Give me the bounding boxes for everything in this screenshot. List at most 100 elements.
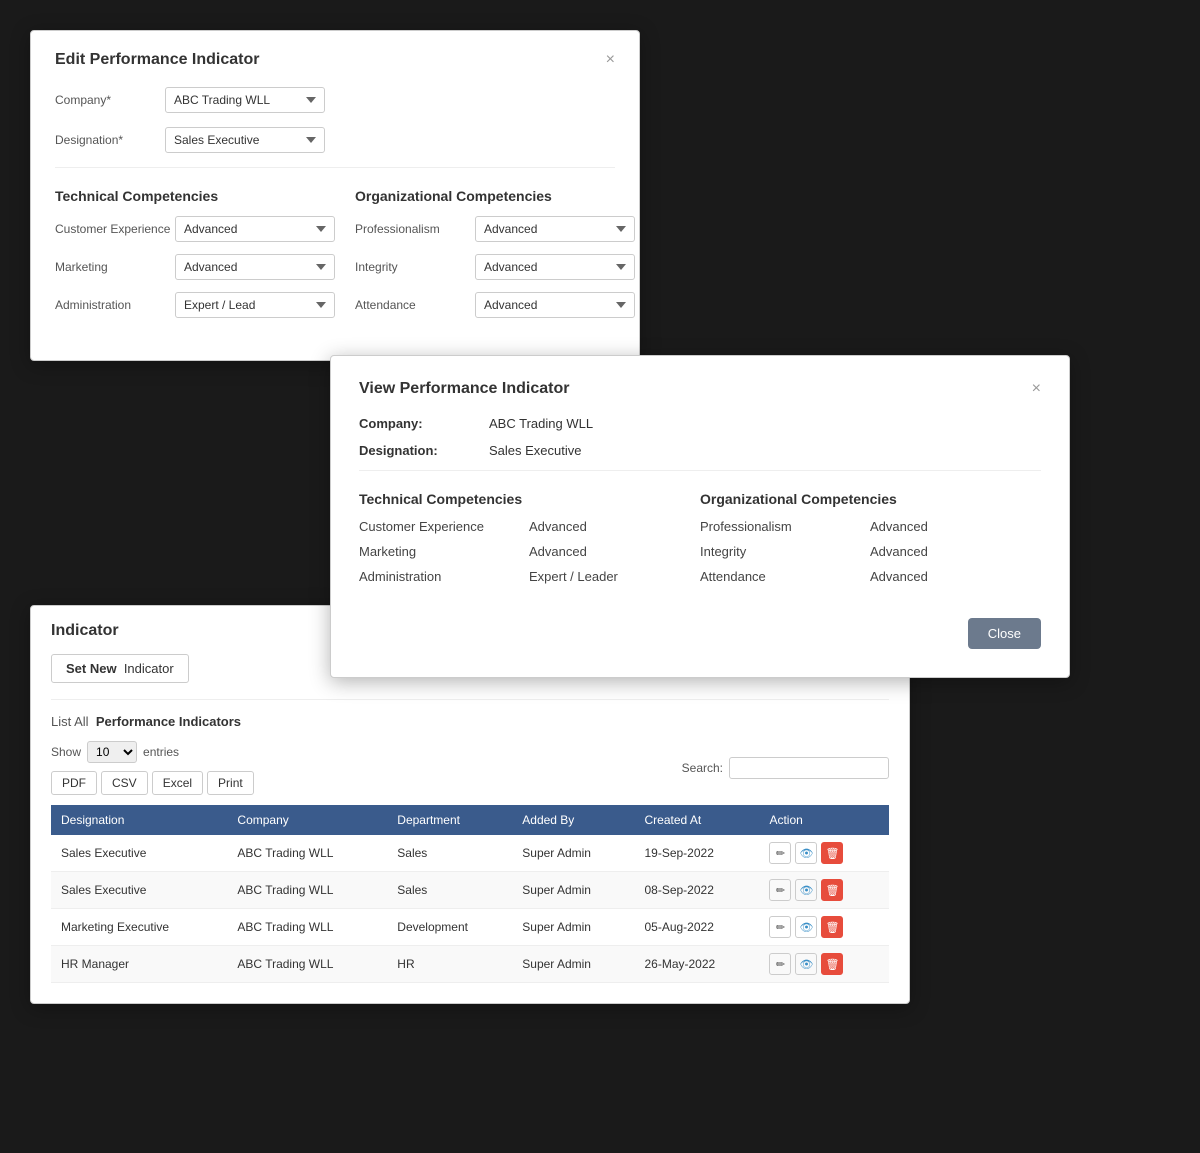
col-department: Department	[387, 805, 512, 835]
tech-select-0[interactable]: Advanced	[175, 216, 335, 242]
table-head: Designation Company Department Added By …	[51, 805, 889, 835]
view-technical-col: Technical Competencies Customer Experien…	[359, 483, 700, 594]
action-icons: ✏ 👁 🗑	[769, 953, 879, 975]
action-icons: ✏ 👁 🗑	[769, 916, 879, 938]
panel-divider	[51, 699, 889, 700]
show-entries: Show 10 25 50 entries	[51, 741, 254, 763]
designation-field-row: Designation* Sales Executive	[55, 127, 615, 153]
table-row: Sales Executive ABC Trading WLL Sales Su…	[51, 872, 889, 909]
org-select-0[interactable]: Advanced	[475, 216, 635, 242]
print-button[interactable]: Print	[207, 771, 254, 795]
list-main: Performance Indicators	[96, 714, 241, 729]
row-designation: Sales Executive	[51, 835, 227, 872]
row-company: ABC Trading WLL	[227, 872, 387, 909]
row-designation: Sales Executive	[51, 872, 227, 909]
company-label: Company*	[55, 93, 165, 107]
row-added-by: Super Admin	[512, 909, 634, 946]
edit-icon[interactable]: ✏	[769, 953, 791, 975]
table-controls: Show 10 25 50 entries PDF CSV Excel Prin…	[51, 741, 889, 795]
tech-label-1: Marketing	[55, 260, 175, 274]
view-org-row-0: Professionalism Advanced	[700, 519, 1041, 534]
row-department: HR	[387, 946, 512, 983]
view-designation-value: Sales Executive	[489, 443, 582, 458]
view-modal-title: View Performance Indicator	[359, 380, 569, 398]
company-select[interactable]: ABC Trading WLL	[165, 87, 325, 113]
view-org-row-2: Attendance Advanced	[700, 569, 1041, 584]
view-org-label-0: Professionalism	[700, 519, 870, 534]
edit-modal-header: Edit Performance Indicator ×	[55, 51, 615, 69]
view-organizational-title: Organizational Competencies	[700, 491, 1041, 507]
edit-icon[interactable]: ✏	[769, 879, 791, 901]
org-select-1[interactable]: Advanced	[475, 254, 635, 280]
view-technical-title: Technical Competencies	[359, 491, 700, 507]
col-created-at: Created At	[634, 805, 759, 835]
org-select-2[interactable]: Advanced	[475, 292, 635, 318]
row-company: ABC Trading WLL	[227, 946, 387, 983]
designation-select[interactable]: Sales Executive	[165, 127, 325, 153]
view-company-value: ABC Trading WLL	[489, 416, 593, 431]
view-close-icon[interactable]: ×	[1032, 381, 1041, 397]
entries-select[interactable]: 10 25 50	[87, 741, 137, 763]
search-area: Search:	[682, 757, 889, 779]
view-modal: View Performance Indicator × Company: AB…	[330, 355, 1070, 678]
edit-icon[interactable]: ✏	[769, 842, 791, 864]
pdf-button[interactable]: PDF	[51, 771, 97, 795]
list-prefix: List All	[51, 714, 89, 729]
view-company-row: Company: ABC Trading WLL Designation: Sa…	[359, 416, 1041, 458]
tech-label-2: Administration	[55, 298, 175, 312]
edit-divider	[55, 167, 615, 168]
set-new-indicator-button[interactable]: Set New Indicator	[51, 654, 189, 683]
organizational-title: Organizational Competencies	[355, 188, 635, 204]
view-org-label-1: Integrity	[700, 544, 870, 559]
table-row: Sales Executive ABC Trading WLL Sales Su…	[51, 835, 889, 872]
col-company: Company	[227, 805, 387, 835]
view-designation-field: Designation: Sales Executive	[359, 443, 1041, 458]
action-icons: ✏ 👁 🗑	[769, 879, 879, 901]
delete-icon[interactable]: 🗑	[821, 916, 843, 938]
tech-select-1[interactable]: Advanced	[175, 254, 335, 280]
col-added-by: Added By	[512, 805, 634, 835]
show-entries-area: Show 10 25 50 entries PDF CSV Excel Prin…	[51, 741, 254, 795]
row-action: ✏ 👁 🗑	[759, 909, 889, 946]
row-action: ✏ 👁 🗑	[759, 946, 889, 983]
org-label-2: Attendance	[355, 298, 475, 312]
row-department: Sales	[387, 835, 512, 872]
row-created-at: 08-Sep-2022	[634, 872, 759, 909]
edit-icon[interactable]: ✏	[769, 916, 791, 938]
csv-button[interactable]: CSV	[101, 771, 148, 795]
org-row-2: Attendance Advanced	[355, 292, 635, 318]
view-icon[interactable]: 👁	[795, 916, 817, 938]
technical-title: Technical Competencies	[55, 188, 335, 204]
view-icon[interactable]: 👁	[795, 879, 817, 901]
list-header: List All Performance Indicators	[51, 714, 889, 729]
col-designation: Designation	[51, 805, 227, 835]
table-header-row: Designation Company Department Added By …	[51, 805, 889, 835]
set-new-suffix: Indicator	[124, 661, 174, 676]
row-designation: HR Manager	[51, 946, 227, 983]
view-modal-footer: Close	[359, 618, 1041, 649]
view-icon[interactable]: 👁	[795, 953, 817, 975]
delete-icon[interactable]: 🗑	[821, 953, 843, 975]
delete-icon[interactable]: 🗑	[821, 879, 843, 901]
search-label: Search:	[682, 761, 723, 775]
row-department: Development	[387, 909, 512, 946]
row-created-at: 05-Aug-2022	[634, 909, 759, 946]
view-org-value-0: Advanced	[870, 519, 928, 534]
org-label-1: Integrity	[355, 260, 475, 274]
delete-icon[interactable]: 🗑	[821, 842, 843, 864]
row-action: ✏ 👁 🗑	[759, 872, 889, 909]
view-icon[interactable]: 👁	[795, 842, 817, 864]
tech-row-1: Marketing Advanced	[55, 254, 335, 280]
search-input[interactable]	[729, 757, 889, 779]
competencies-section: Technical Competencies Customer Experien…	[55, 180, 615, 330]
tech-select-2[interactable]: Expert / Lead	[175, 292, 335, 318]
view-company-label: Company:	[359, 416, 489, 431]
view-org-label-2: Attendance	[700, 569, 870, 584]
excel-button[interactable]: Excel	[152, 771, 203, 795]
action-icons: ✏ 👁 🗑	[769, 842, 879, 864]
row-added-by: Super Admin	[512, 872, 634, 909]
view-close-button[interactable]: Close	[968, 618, 1041, 649]
edit-close-button[interactable]: ×	[606, 52, 615, 68]
organizational-competencies-col: Organizational Competencies Professional…	[355, 180, 635, 330]
company-field-row: Company* ABC Trading WLL	[55, 87, 615, 113]
